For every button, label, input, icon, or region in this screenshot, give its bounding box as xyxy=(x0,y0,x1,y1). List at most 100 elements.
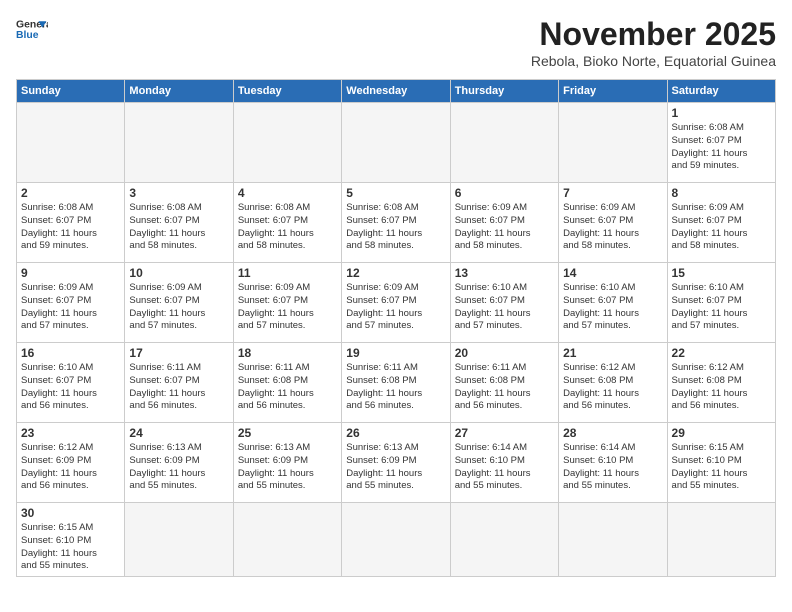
day-number: 8 xyxy=(672,186,771,200)
calendar-cell xyxy=(559,503,667,577)
day-number: 24 xyxy=(129,426,228,440)
day-info: Sunrise: 6:09 AM Sunset: 6:07 PM Dayligh… xyxy=(21,282,120,333)
month-title: November 2025 xyxy=(531,16,776,53)
weekday-header-row: SundayMondayTuesdayWednesdayThursdayFrid… xyxy=(17,80,776,103)
day-info: Sunrise: 6:15 AM Sunset: 6:10 PM Dayligh… xyxy=(21,522,120,573)
week-row-6: 30 Sunrise: 6:15 AM Sunset: 6:10 PM Dayli… xyxy=(17,503,776,577)
day-info: Sunrise: 6:11 AM Sunset: 6:08 PM Dayligh… xyxy=(455,362,554,413)
calendar-cell: 7Sunrise: 6:09 AM Sunset: 6:07 PM Daylig… xyxy=(559,183,667,263)
day-number: 3 xyxy=(129,186,228,200)
calendar-cell: 5 Sunrise: 6:08 AM Sunset: 6:07 PM Daylig… xyxy=(342,183,450,263)
weekday-header-monday: Monday xyxy=(125,80,233,103)
week-row-3: 9 Sunrise: 6:09 AM Sunset: 6:07 PM Daylig… xyxy=(17,263,776,343)
calendar-cell: 11Sunrise: 6:09 AM Sunset: 6:07 PM Dayli… xyxy=(233,263,341,343)
day-number: 6 xyxy=(455,186,554,200)
week-row-2: 2 Sunrise: 6:08 AM Sunset: 6:07 PM Daylig… xyxy=(17,183,776,263)
day-number: 28 xyxy=(563,426,662,440)
day-info: Sunrise: 6:12 AM Sunset: 6:08 PM Dayligh… xyxy=(672,362,771,413)
day-number: 14 xyxy=(563,266,662,280)
calendar-cell: 3 Sunrise: 6:08 AM Sunset: 6:07 PM Daylig… xyxy=(125,183,233,263)
day-info: Sunrise: 6:10 AM Sunset: 6:07 PM Dayligh… xyxy=(21,362,120,413)
calendar-cell: 24Sunrise: 6:13 AM Sunset: 6:09 PM Dayli… xyxy=(125,423,233,503)
day-info: Sunrise: 6:13 AM Sunset: 6:09 PM Dayligh… xyxy=(346,442,445,493)
calendar-cell: 15Sunrise: 6:10 AM Sunset: 6:07 PM Dayli… xyxy=(667,263,775,343)
day-number: 22 xyxy=(672,346,771,360)
day-info: Sunrise: 6:09 AM Sunset: 6:07 PM Dayligh… xyxy=(129,282,228,333)
day-number: 26 xyxy=(346,426,445,440)
day-info: Sunrise: 6:09 AM Sunset: 6:07 PM Dayligh… xyxy=(455,202,554,253)
day-number: 2 xyxy=(21,186,120,200)
week-row-4: 16 Sunrise: 6:10 AM Sunset: 6:07 PM Dayli… xyxy=(17,343,776,423)
day-number: 11 xyxy=(238,266,337,280)
weekday-header-thursday: Thursday xyxy=(450,80,558,103)
day-info: Sunrise: 6:08 AM Sunset: 6:07 PM Dayligh… xyxy=(129,202,228,253)
calendar-cell: 9 Sunrise: 6:09 AM Sunset: 6:07 PM Daylig… xyxy=(17,263,125,343)
calendar-cell: 17 Sunrise: 6:11 AM Sunset: 6:07 PM Dayli… xyxy=(125,343,233,423)
calendar-cell: 12 Sunrise: 6:09 AM Sunset: 6:07 PM Dayli… xyxy=(342,263,450,343)
weekday-header-tuesday: Tuesday xyxy=(233,80,341,103)
header: General Blue November 2025 Rebola, Bioko… xyxy=(16,16,776,69)
day-number: 19 xyxy=(346,346,445,360)
calendar-cell xyxy=(667,503,775,577)
day-number: 5 xyxy=(346,186,445,200)
day-info: Sunrise: 6:13 AM Sunset: 6:09 PM Dayligh… xyxy=(238,442,337,493)
day-info: Sunrise: 6:14 AM Sunset: 6:10 PM Dayligh… xyxy=(455,442,554,493)
calendar-table: SundayMondayTuesdayWednesdayThursdayFrid… xyxy=(16,79,776,577)
day-number: 20 xyxy=(455,346,554,360)
calendar-cell: 18Sunrise: 6:11 AM Sunset: 6:08 PM Dayli… xyxy=(233,343,341,423)
calendar-cell xyxy=(342,503,450,577)
calendar-cell: 30 Sunrise: 6:15 AM Sunset: 6:10 PM Dayli… xyxy=(17,503,125,577)
day-number: 1 xyxy=(672,106,771,120)
week-row-1: 1Sunrise: 6:08 AM Sunset: 6:07 PM Daylig… xyxy=(17,103,776,183)
calendar-cell xyxy=(125,503,233,577)
calendar-cell xyxy=(450,103,558,183)
location-subtitle: Rebola, Bioko Norte, Equatorial Guinea xyxy=(531,53,776,69)
day-info: Sunrise: 6:08 AM Sunset: 6:07 PM Dayligh… xyxy=(346,202,445,253)
day-info: Sunrise: 6:08 AM Sunset: 6:07 PM Dayligh… xyxy=(21,202,120,253)
calendar-cell: 1Sunrise: 6:08 AM Sunset: 6:07 PM Daylig… xyxy=(667,103,775,183)
calendar-cell: 22 Sunrise: 6:12 AM Sunset: 6:08 PM Dayli… xyxy=(667,343,775,423)
calendar-cell: 10 Sunrise: 6:09 AM Sunset: 6:07 PM Dayli… xyxy=(125,263,233,343)
day-number: 17 xyxy=(129,346,228,360)
calendar-cell xyxy=(125,103,233,183)
day-info: Sunrise: 6:10 AM Sunset: 6:07 PM Dayligh… xyxy=(455,282,554,333)
title-area: November 2025 Rebola, Bioko Norte, Equat… xyxy=(531,16,776,69)
calendar-cell: 25 Sunrise: 6:13 AM Sunset: 6:09 PM Dayli… xyxy=(233,423,341,503)
calendar-cell: 14 Sunrise: 6:10 AM Sunset: 6:07 PM Dayli… xyxy=(559,263,667,343)
logo-icon: General Blue xyxy=(16,16,48,44)
day-number: 13 xyxy=(455,266,554,280)
day-number: 30 xyxy=(21,506,120,520)
day-number: 23 xyxy=(21,426,120,440)
calendar-cell: 2 Sunrise: 6:08 AM Sunset: 6:07 PM Daylig… xyxy=(17,183,125,263)
day-number: 12 xyxy=(346,266,445,280)
day-info: Sunrise: 6:11 AM Sunset: 6:07 PM Dayligh… xyxy=(129,362,228,413)
day-info: Sunrise: 6:12 AM Sunset: 6:08 PM Dayligh… xyxy=(563,362,662,413)
calendar-cell: 4Sunrise: 6:08 AM Sunset: 6:07 PM Daylig… xyxy=(233,183,341,263)
day-number: 10 xyxy=(129,266,228,280)
day-info: Sunrise: 6:11 AM Sunset: 6:08 PM Dayligh… xyxy=(238,362,337,413)
svg-text:Blue: Blue xyxy=(16,30,39,41)
weekday-header-friday: Friday xyxy=(559,80,667,103)
day-number: 25 xyxy=(238,426,337,440)
calendar-cell: 20 Sunrise: 6:11 AM Sunset: 6:08 PM Dayli… xyxy=(450,343,558,423)
day-info: Sunrise: 6:08 AM Sunset: 6:07 PM Dayligh… xyxy=(238,202,337,253)
calendar-cell: 6 Sunrise: 6:09 AM Sunset: 6:07 PM Daylig… xyxy=(450,183,558,263)
day-info: Sunrise: 6:11 AM Sunset: 6:08 PM Dayligh… xyxy=(346,362,445,413)
day-info: Sunrise: 6:14 AM Sunset: 6:10 PM Dayligh… xyxy=(563,442,662,493)
calendar-cell xyxy=(17,103,125,183)
day-info: Sunrise: 6:09 AM Sunset: 6:07 PM Dayligh… xyxy=(346,282,445,333)
calendar-cell: 29Sunrise: 6:15 AM Sunset: 6:10 PM Dayli… xyxy=(667,423,775,503)
day-number: 29 xyxy=(672,426,771,440)
calendar-cell xyxy=(233,103,341,183)
calendar-cell: 23 Sunrise: 6:12 AM Sunset: 6:09 PM Dayli… xyxy=(17,423,125,503)
day-number: 16 xyxy=(21,346,120,360)
day-info: Sunrise: 6:10 AM Sunset: 6:07 PM Dayligh… xyxy=(563,282,662,333)
logo: General Blue xyxy=(16,16,48,44)
calendar-cell: 13 Sunrise: 6:10 AM Sunset: 6:07 PM Dayli… xyxy=(450,263,558,343)
day-number: 9 xyxy=(21,266,120,280)
day-info: Sunrise: 6:12 AM Sunset: 6:09 PM Dayligh… xyxy=(21,442,120,493)
day-number: 15 xyxy=(672,266,771,280)
week-row-5: 23 Sunrise: 6:12 AM Sunset: 6:09 PM Dayli… xyxy=(17,423,776,503)
calendar-cell xyxy=(450,503,558,577)
weekday-header-saturday: Saturday xyxy=(667,80,775,103)
